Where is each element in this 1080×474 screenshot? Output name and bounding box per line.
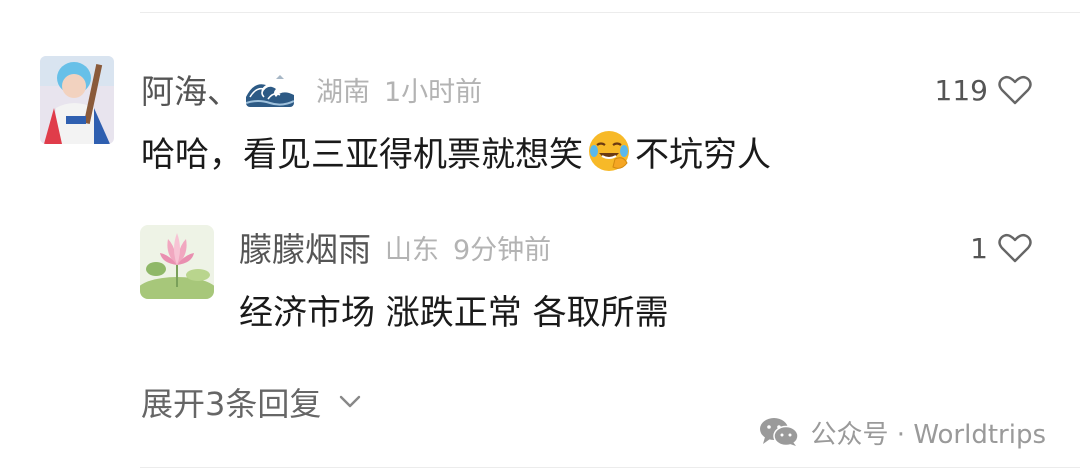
like-button[interactable]: 119 xyxy=(935,70,1032,110)
top-divider xyxy=(140,12,1080,13)
username[interactable]: 朦朦烟雨 xyxy=(239,223,371,271)
like-button[interactable]: 1 xyxy=(970,228,1032,268)
laughing-crying-emoji-icon xyxy=(587,129,631,173)
reply-avatar[interactable] xyxy=(140,225,214,299)
timestamp: 1小时前 xyxy=(384,76,483,108)
great-wave-icon xyxy=(246,71,294,107)
comment-text-part: 哈哈，看见三亚得机票就想笑 xyxy=(141,134,583,175)
watermark: 公众号 · Worldtrips xyxy=(759,412,1046,452)
like-count: 119 xyxy=(934,73,988,107)
bottom-divider xyxy=(140,467,1080,468)
comment-text-part: 不坑穷人 xyxy=(635,134,771,175)
timestamp: 9分钟前 xyxy=(453,234,552,266)
comment-text: 哈哈，看见三亚得机票就想笑 不坑穷人 xyxy=(141,126,771,176)
chevron-down-icon xyxy=(340,395,361,408)
watermark-text: 公众号 · Worldtrips xyxy=(810,419,1046,450)
expand-replies-button[interactable]: 展开3条回复 xyxy=(141,380,361,424)
wechat-icon xyxy=(759,418,799,447)
comment-meta: 阿海、 湖南 1小时前 xyxy=(141,66,482,112)
username[interactable]: 阿海、 xyxy=(141,65,240,113)
heart-icon xyxy=(998,75,1032,105)
location: 山东 xyxy=(385,234,439,266)
reply-text: 经济市场 涨跌正常 各取所需 xyxy=(239,292,669,333)
reply-meta: 朦朦烟雨 山东 9分钟前 xyxy=(239,225,551,269)
heart-icon xyxy=(998,233,1032,263)
like-count: 1 xyxy=(970,231,988,265)
user-avatar[interactable] xyxy=(40,56,114,144)
location: 湖南 xyxy=(316,76,370,108)
expand-replies-label: 展开3条回复 xyxy=(141,385,322,423)
